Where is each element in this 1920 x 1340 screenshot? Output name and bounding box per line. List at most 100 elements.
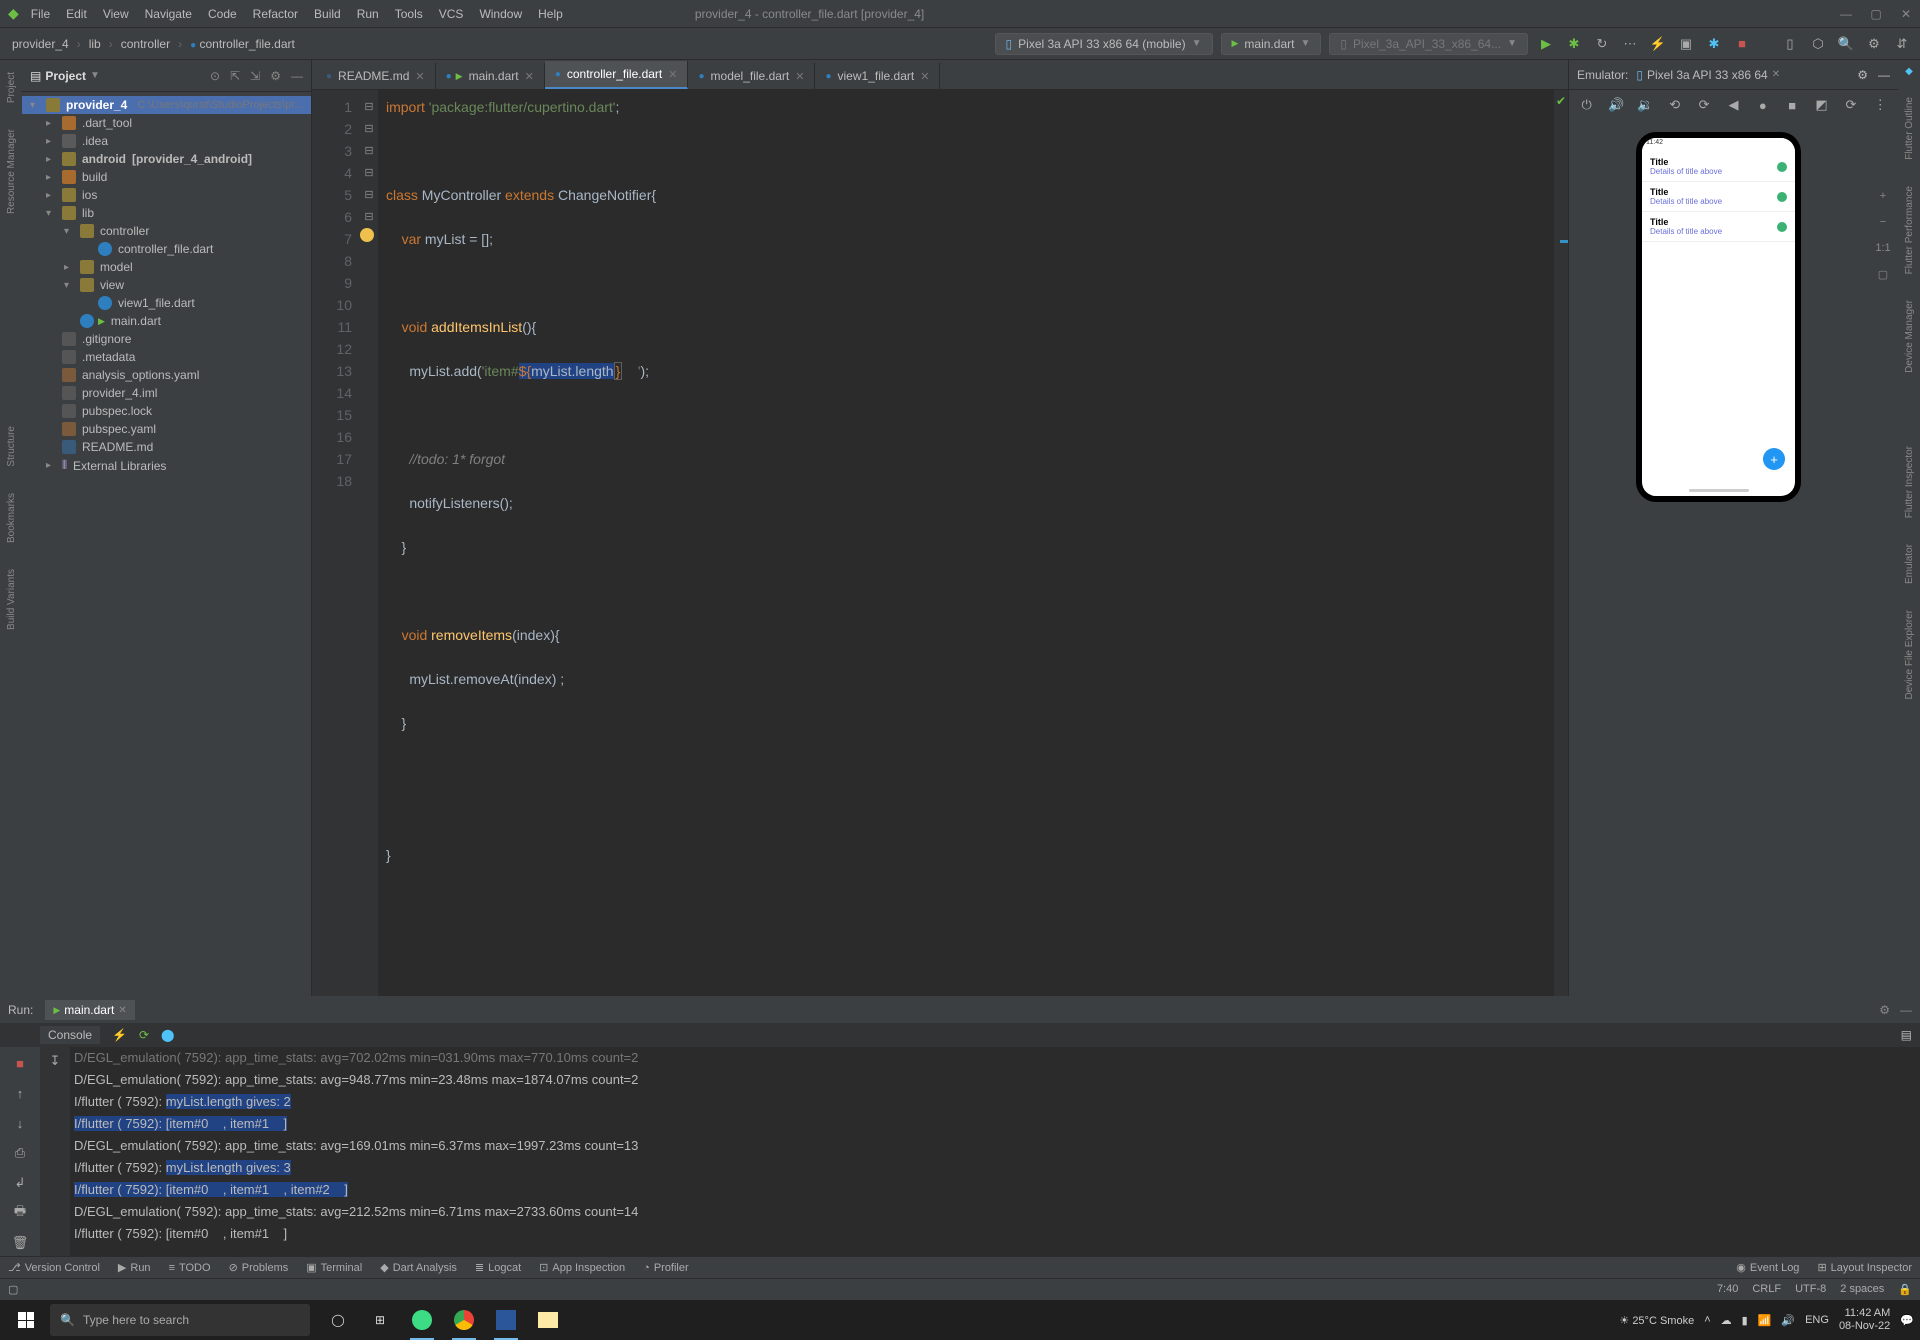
flutter-icon[interactable]: ✱ [1704,34,1724,54]
menu-refactor[interactable]: Refactor [245,5,306,23]
menu-code[interactable]: Code [200,5,245,23]
tool-emulator[interactable]: Emulator [1904,538,1915,590]
tool-resource-manager[interactable]: Resource Manager [6,123,17,220]
tree-node[interactable]: pubspec.yaml [22,420,311,438]
settings-icon[interactable]: ⚙ [1864,34,1884,54]
breadcrumb[interactable]: lib [85,37,105,51]
tool-profiler[interactable]: ◔ Profiler [643,1262,689,1274]
tool-terminal[interactable]: ▣ Terminal [306,1261,362,1274]
hot-reload-icon[interactable]: ⚡ [1648,34,1668,54]
indent[interactable]: 2 spaces [1840,1283,1884,1296]
menu-window[interactable]: Window [471,5,530,23]
overview-icon[interactable]: ■ [1783,95,1802,115]
search-icon[interactable]: 🔍 [1836,34,1856,54]
avd-icon[interactable]: ⬡ [1808,34,1828,54]
clear-icon[interactable]: 🗑 [10,1233,30,1253]
menu-run[interactable]: Run [349,5,387,23]
tool-device-file-explorer[interactable]: Device File Explorer [1904,604,1915,705]
deploy-target-selector[interactable]: ▯Pixel_3a_API_33_x86_64...▼ [1329,33,1528,55]
vol-up-icon[interactable]: 🔊 [1606,95,1625,115]
tree-root[interactable]: ▾ provider_4 C:\Users\qurat\StudioProjec… [22,96,311,114]
scroll-icon[interactable]: ↧ [45,1051,65,1071]
tool-build-variants[interactable]: Build Variants [6,563,17,636]
console-tab[interactable]: Console [40,1026,100,1044]
tree-node[interactable]: pubspec.lock [22,402,311,420]
tray-chevron-icon[interactable]: ˄ [1704,1314,1710,1326]
select-opened-icon[interactable]: ⊙ [210,69,220,83]
vol-down-icon[interactable]: 🔉 [1636,95,1655,115]
error-stripe[interactable]: ✔ [1554,90,1568,996]
start-button[interactable] [6,1300,46,1340]
emulator-frame[interactable]: 11:42 TitleDetails of title aboveTitleDe… [1636,132,1801,502]
tree-node[interactable]: ▶main.dart [22,312,311,330]
breadcrumb[interactable]: controller [117,37,174,51]
tree-node[interactable]: controller_file.dart [22,240,311,258]
print-icon[interactable]: 🖶 [10,1203,30,1223]
profile-icon[interactable]: ⋯ [1620,34,1640,54]
close-tab-icon[interactable]: ✕ [795,70,804,83]
tree-node[interactable]: .metadata [22,348,311,366]
sync-icon[interactable]: ⇵ [1892,34,1912,54]
fab-add-button[interactable]: + [1763,448,1785,470]
menu-navigate[interactable]: Navigate [137,5,200,23]
console-output[interactable]: D/EGL_emulation( 7592): app_time_stats: … [70,1047,1920,1256]
rotate-right-icon[interactable]: ⟳ [1694,95,1713,115]
close-icon[interactable]: ✕ [1900,7,1912,21]
layout-icon[interactable]: ▤ [1901,1028,1912,1042]
tree-node[interactable]: ▸.dart_tool [22,114,311,132]
editor-tab[interactable]: ●model_file.dart✕ [688,63,815,89]
coverage-icon[interactable]: ↻ [1592,34,1612,54]
more-icon[interactable]: ⋮ [1871,95,1890,115]
emulator-device[interactable]: Pixel 3a API 33 x86 64 [1647,68,1768,82]
tool-device-manager[interactable]: Device Manager [1904,294,1915,379]
language-indicator[interactable]: ENG [1805,1314,1829,1326]
rotate-left-icon[interactable]: ⟲ [1665,95,1684,115]
tool-layout-inspector[interactable]: ⊞ Layout Inspector [1817,1261,1912,1274]
close-tab-icon[interactable]: ✕ [415,70,424,83]
debug-icon[interactable]: ✱ [1564,34,1584,54]
tool-project[interactable]: Project [6,66,17,109]
down-icon[interactable]: ↓ [10,1113,30,1133]
close-tab-icon[interactable]: ✕ [920,70,929,83]
tree-node[interactable]: README.md [22,438,311,456]
volume-icon[interactable]: 🔊 [1781,1314,1795,1327]
home-icon[interactable]: ● [1753,95,1772,115]
maximize-icon[interactable]: ▢ [1870,7,1882,21]
battery-icon[interactable]: ▮ [1742,1314,1748,1327]
hide-icon[interactable]: — [1878,68,1890,82]
tool-todo[interactable]: ≡ TODO [169,1262,211,1274]
hot-restart-icon[interactable]: ⟳ [139,1028,149,1042]
back-icon[interactable]: ◀ [1724,95,1743,115]
line-separator[interactable]: CRLF [1752,1283,1781,1296]
menu-help[interactable]: Help [530,5,571,23]
minimize-icon[interactable]: — [1840,7,1852,21]
tool-logcat[interactable]: ≣ Logcat [475,1261,521,1274]
tree-node[interactable]: ▸.idea [22,132,311,150]
run-config-selector[interactable]: ▶main.dart▼ [1221,33,1322,55]
menu-view[interactable]: View [95,5,137,23]
menu-file[interactable]: File [23,5,58,23]
editor-tab[interactable]: ●view1_file.dart✕ [815,63,940,89]
list-item[interactable]: TitleDetails of title above [1642,212,1795,242]
tree-node[interactable]: provider_4.iml [22,384,311,402]
tree-node[interactable]: ▸build [22,168,311,186]
tool-flutter-outline[interactable]: Flutter Outline [1904,91,1915,166]
tree-node[interactable]: ▸model [22,258,311,276]
tool-structure[interactable]: Structure [6,420,17,473]
hot-reload-icon[interactable]: ⚡ [112,1028,127,1042]
device-selector[interactable]: ▯Pixel 3a API 33 x86 64 (mobile)▼ [995,33,1213,55]
list-item[interactable]: TitleDetails of title above [1642,152,1795,182]
editor-tab[interactable]: ●▶main.dart✕ [436,63,545,89]
device-icon[interactable]: ▯ [1780,34,1800,54]
chrome-icon[interactable] [444,1300,484,1340]
tool-windows-icon[interactable]: ▢ [8,1283,18,1296]
zoom-fit-icon[interactable]: 1:1 [1875,242,1890,254]
stop-icon[interactable]: ■ [10,1053,30,1073]
zoom-in-icon[interactable]: + [1880,190,1886,202]
close-tab-icon[interactable]: ✕ [668,68,677,81]
collapse-icon[interactable]: ⇲ [250,69,260,83]
tool-problems[interactable]: ⊘ Problems [229,1261,289,1274]
power-icon[interactable]: ⏻ [1577,95,1596,115]
attach-icon[interactable]: ▣ [1676,34,1696,54]
gear-icon[interactable]: ⚙ [1857,68,1868,82]
